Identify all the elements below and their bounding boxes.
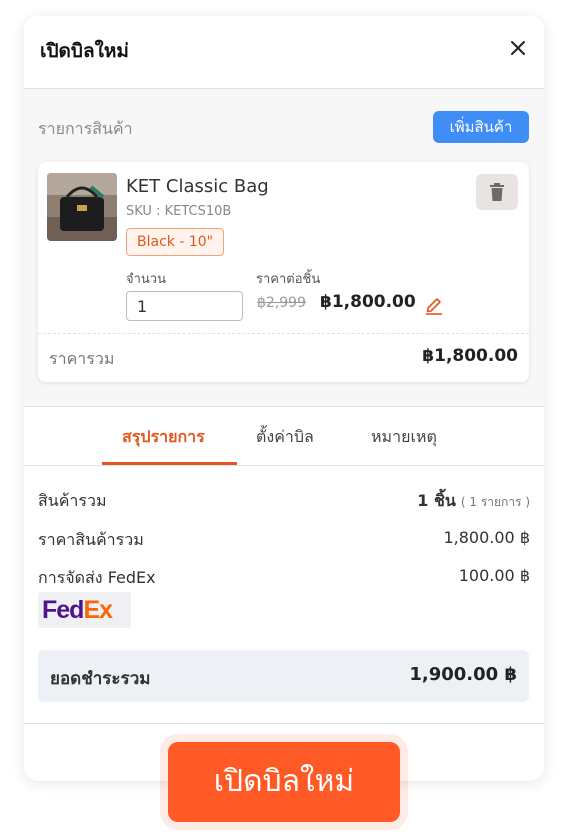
items-section: รายการสินค้า เพิ่มสินค้า KET Classic Bag… — [24, 89, 544, 407]
shipping-label: การจัดส่ง FedEx — [38, 568, 156, 587]
subtotal-value: 1,800.00 ฿ — [443, 528, 530, 547]
add-product-button[interactable]: เพิ่มสินค้า — [433, 111, 529, 143]
trash-icon — [490, 183, 504, 201]
tab-summary[interactable]: สรุปรายการ — [122, 425, 205, 450]
product-name: KET Classic Bag — [126, 176, 269, 197]
active-tab-indicator — [102, 462, 237, 465]
items-section-label: รายการสินค้า — [38, 119, 133, 138]
original-price: ฿2,999 — [257, 295, 306, 311]
close-icon[interactable] — [506, 36, 530, 60]
grand-total-box: ยอดชำระรวม 1,900.00 ฿ — [38, 650, 529, 702]
tab-bar: สรุปรายการ ตั้งค่าบิล หมายเหตุ — [24, 407, 544, 466]
product-divider — [38, 333, 529, 334]
product-sku: SKU : KETCS10B — [126, 204, 232, 219]
modal-header: เปิดบิลใหม่ — [24, 16, 544, 89]
new-bill-modal: เปิดบิลใหม่ รายการสินค้า เพิ่มสินค้า KET… — [24, 16, 544, 781]
footer-divider — [24, 723, 544, 724]
open-new-bill-button[interactable]: เปิดบิลใหม่ — [168, 742, 400, 822]
tab-bill-settings[interactable]: ตั้งค่าบิล — [256, 425, 314, 450]
fedex-logo: FedEx — [38, 592, 131, 628]
unit-price: ฿1,800.00 — [320, 292, 416, 312]
delete-product-button[interactable] — [476, 174, 518, 210]
shipping-value: 100.00 ฿ — [458, 566, 530, 585]
variant-badge: Black - 10" — [126, 228, 225, 256]
items-count-label: สินค้ารวม — [38, 491, 107, 510]
items-sub-count: ( 1 รายการ ) — [460, 495, 530, 509]
items-count: 1 ชิ้น — [417, 491, 456, 510]
edit-price-icon[interactable] — [424, 294, 444, 316]
product-image — [47, 173, 117, 241]
product-card: KET Classic Bag SKU : KETCS10B Black - 1… — [38, 162, 529, 382]
product-total-label: ราคารวม — [49, 349, 115, 368]
subtotal-label: ราคาสินค้ารวม — [38, 530, 144, 549]
modal-title: เปิดบิลใหม่ — [40, 40, 129, 62]
unit-price-label: ราคาต่อชิ้น — [256, 272, 321, 287]
grand-total-value: 1,900.00 ฿ — [409, 664, 517, 685]
quantity-label: จำนวน — [126, 272, 166, 287]
quantity-input[interactable]: 1 — [126, 291, 243, 321]
grand-total-label: ยอดชำระรวม — [50, 669, 151, 689]
product-total-value: ฿1,800.00 — [422, 346, 518, 366]
tab-notes[interactable]: หมายเหตุ — [371, 425, 437, 450]
items-count-value: 1 ชิ้น ( 1 รายการ ) — [417, 489, 530, 514]
